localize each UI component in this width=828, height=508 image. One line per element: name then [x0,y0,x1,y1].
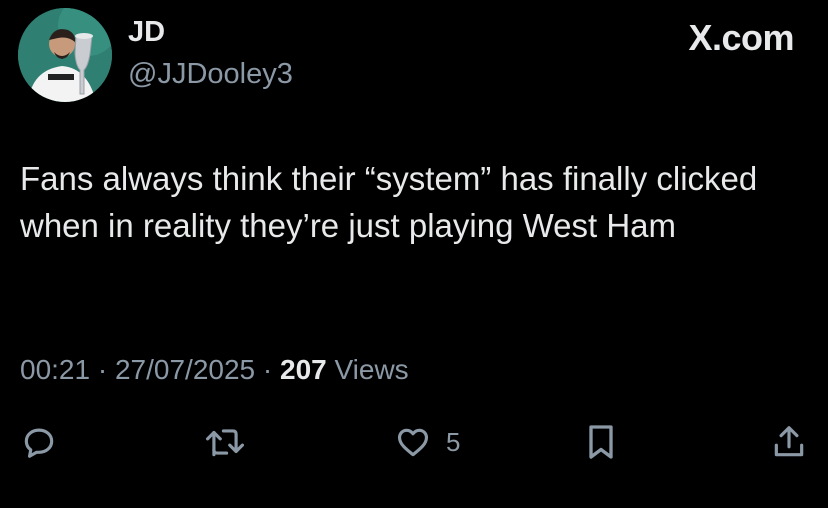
share-icon [774,426,804,457]
repost-icon [206,429,245,457]
author-display-name[interactable]: JD [128,14,165,50]
bookmark-button[interactable] [584,418,618,466]
action-bar: 5 [0,418,828,466]
bookmark-icon [589,425,613,459]
avatar[interactable] [18,8,112,102]
views-count: 207 [280,354,327,385]
reply-button[interactable] [20,418,58,466]
tweet-date[interactable]: 27/07/2025 [115,354,255,385]
tweet-meta: 00:21 · 27/07/2025 · 207 Views [20,350,409,390]
share-button[interactable] [770,418,808,466]
tweet-text: Fans always think their “system” has fin… [20,160,758,244]
avatar-image [18,8,112,102]
meta-separator: · [97,354,108,385]
repost-button[interactable] [202,418,248,466]
like-count: 5 [446,426,461,457]
brand-watermark: X.com [688,17,794,58]
views-label: Views [334,354,409,385]
like-button[interactable]: 5 [394,418,460,466]
author-handle[interactable]: @JJDooley3 [128,56,293,92]
tweet-time[interactable]: 00:21 [20,354,90,385]
meta-separator: · [262,354,273,385]
reply-icon [24,428,54,458]
heart-icon [397,428,429,457]
